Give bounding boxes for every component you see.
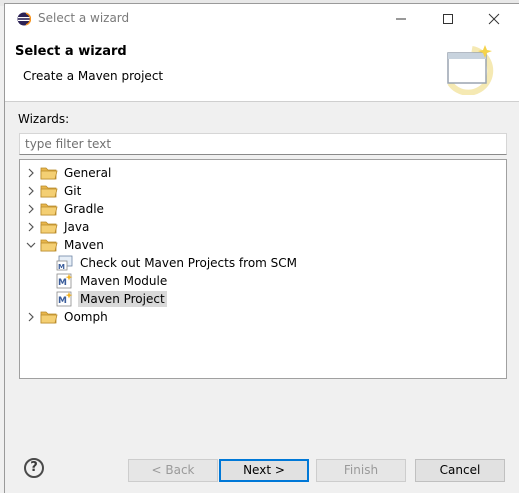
tree-item-label: Git — [64, 184, 82, 198]
chevron-right-icon[interactable] — [24, 220, 38, 234]
tree-item-label: General — [64, 166, 112, 180]
tree-item-gradle[interactable]: Gradle — [24, 200, 106, 218]
finish-button[interactable]: Finish — [316, 459, 406, 482]
chevron-down-icon[interactable] — [24, 238, 38, 252]
tree-item-maven-module[interactable]: M Maven Module — [40, 272, 169, 290]
tree-item-label: Maven — [64, 238, 104, 252]
folder-icon — [40, 201, 58, 217]
chevron-right-icon[interactable] — [24, 310, 38, 324]
tree-item-label: Oomph — [64, 310, 108, 324]
svg-text:M: M — [58, 296, 67, 306]
tree-item-check-out-maven-projects-from-scm[interactable]: M Check out Maven Projects from SCM — [40, 254, 299, 272]
svg-text:M: M — [58, 278, 67, 288]
close-icon[interactable] — [483, 9, 505, 29]
tree-item-label: Maven Module — [80, 274, 168, 288]
maven-project-icon: M — [56, 291, 74, 307]
tree-item-oomph[interactable]: Oomph — [24, 308, 110, 326]
tree-item-label: Gradle — [64, 202, 104, 216]
folder-icon — [40, 237, 58, 253]
tree-item-git[interactable]: Git — [24, 182, 83, 200]
tree-item-maven-project[interactable]: M Maven Project — [40, 290, 167, 308]
wizard-banner-icon — [447, 45, 494, 95]
maven-scm-icon: M — [56, 255, 74, 271]
window-title: Select a wizard — [38, 11, 130, 25]
maximize-icon[interactable] — [437, 9, 459, 29]
folder-icon — [40, 165, 58, 181]
tree-item-label: Maven Project — [78, 291, 167, 307]
tree-item-general[interactable]: General — [24, 164, 113, 182]
tree-item-label: Check out Maven Projects from SCM — [80, 256, 298, 270]
wizard-tree: General Git Gradle Java Maven M Check out Mave… — [19, 159, 507, 379]
filter-input[interactable] — [19, 133, 507, 155]
svg-text:M: M — [58, 263, 65, 271]
minimize-icon[interactable] — [390, 9, 412, 29]
tree-item-java[interactable]: Java — [24, 218, 91, 236]
eclipse-app-icon — [17, 12, 31, 26]
maven-module-icon: M — [56, 273, 74, 289]
back-button[interactable]: < Back — [128, 459, 218, 482]
folder-icon — [40, 309, 58, 325]
folder-icon — [40, 183, 58, 199]
wizards-label: Wizards: — [18, 112, 70, 126]
banner-description: Create a Maven project — [23, 69, 164, 83]
tree-item-maven[interactable]: Maven — [24, 236, 106, 254]
chevron-right-icon[interactable] — [24, 166, 38, 180]
wizard-banner: Select a wizard Create a Maven project — [5, 34, 519, 102]
help-icon[interactable]: ? — [24, 458, 44, 478]
banner-title: Select a wizard — [15, 44, 127, 59]
next-button[interactable]: Next > — [219, 459, 309, 482]
chevron-right-icon[interactable] — [24, 184, 38, 198]
tree-item-label: Java — [64, 220, 90, 234]
title-bar: Select a wizard — [5, 4, 519, 34]
wizard-dialog: Select a wizard Select a wizard Create a… — [4, 3, 519, 493]
cancel-button[interactable]: Cancel — [415, 459, 505, 482]
chevron-right-icon[interactable] — [24, 202, 38, 216]
folder-icon — [40, 219, 58, 235]
